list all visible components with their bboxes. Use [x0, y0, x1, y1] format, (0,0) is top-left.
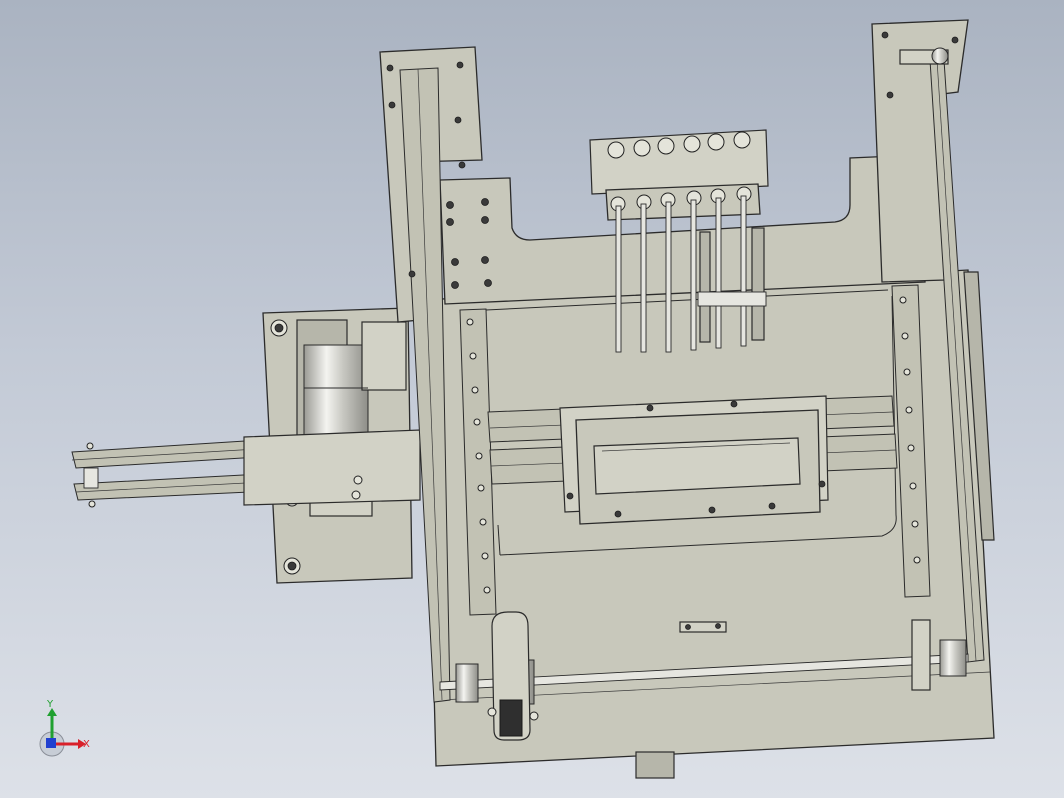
- coordinate-triad: X Y: [39, 699, 90, 757]
- linkage-arm: [71, 429, 421, 508]
- assembly-model[interactable]: X Y: [0, 0, 1064, 798]
- cad-viewport[interactable]: X Y: [0, 0, 1064, 798]
- center-bracket: [679, 621, 727, 633]
- x-axis-label: X: [83, 739, 90, 750]
- y-axis-label: Y: [46, 699, 54, 710]
- central-slide-block: [559, 395, 829, 525]
- z-axis-marker: [46, 738, 56, 748]
